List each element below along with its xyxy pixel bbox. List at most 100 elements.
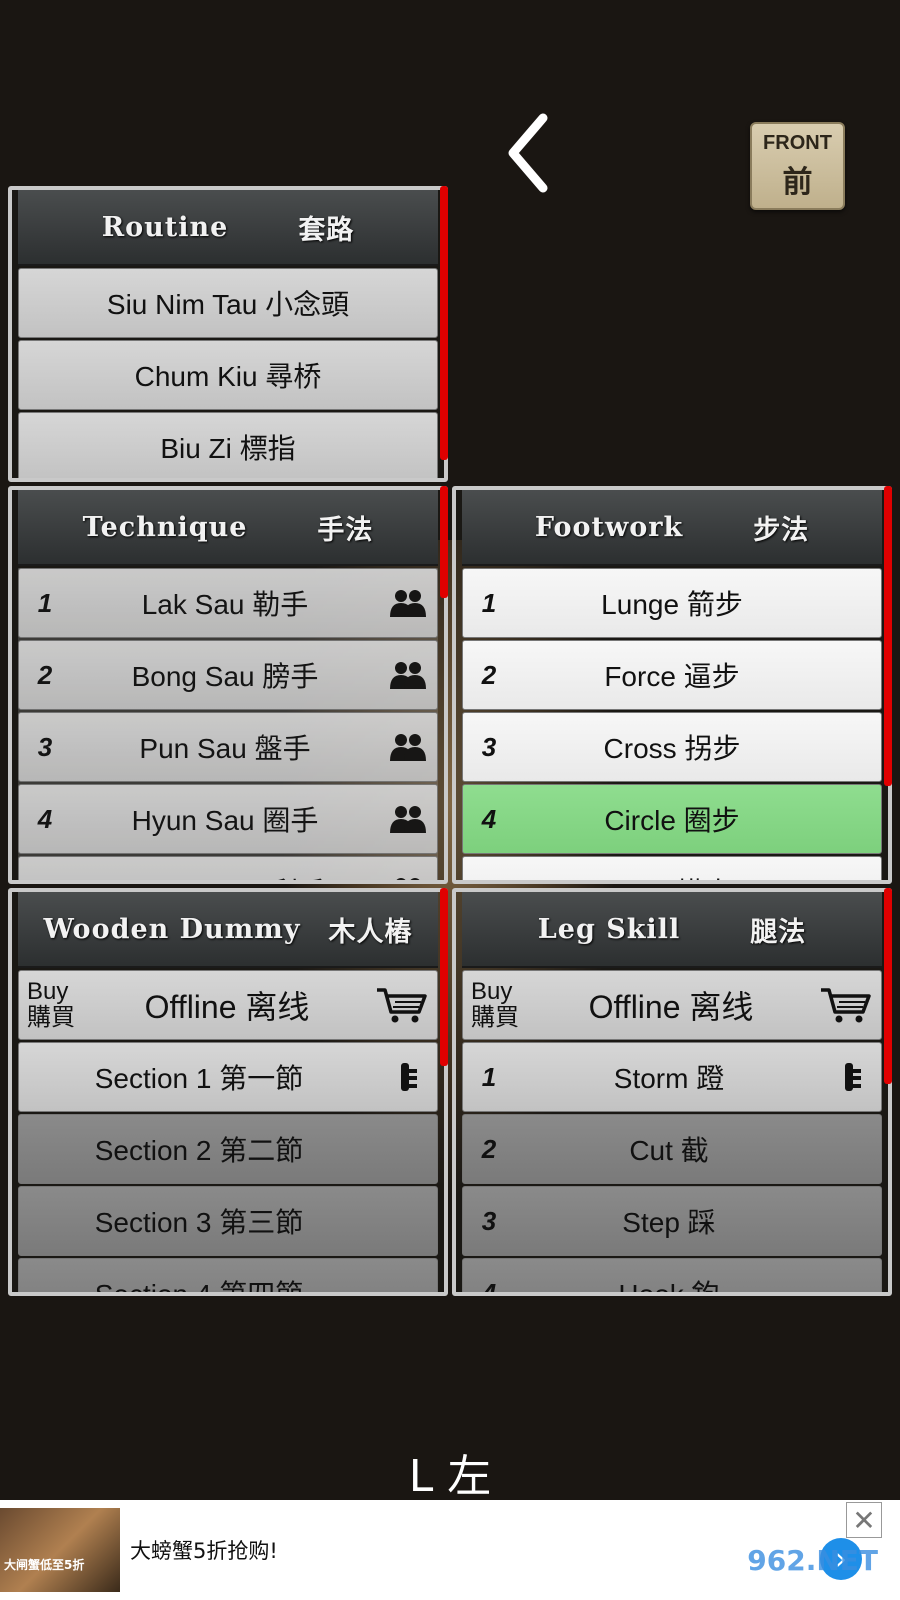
ad-close-icon[interactable]: ✕ xyxy=(846,1502,882,1538)
footwork-title-en: Footwork xyxy=(534,511,684,543)
buy-label-en: Buy xyxy=(471,978,513,1005)
routine-item-1[interactable]: Siu Nim Tau 小念頭 xyxy=(18,268,438,338)
technique-item-number: 2 xyxy=(37,659,53,690)
leg-skill-title-zh: 腿法 xyxy=(750,916,807,948)
routine-title-en: Routine xyxy=(101,211,229,243)
ad-text: 大螃蟹5折抢购! xyxy=(130,1539,278,1563)
front-view-button[interactable]: FRONT 前 xyxy=(750,122,845,210)
leg-skill-item-1[interactable]: 1 Storm 蹬 xyxy=(462,1042,882,1112)
leg-skill-item-2[interactable]: 2 Cut 截 xyxy=(462,1114,882,1184)
ad-crab-image: 大闸蟹低至5折 xyxy=(0,1508,120,1592)
technique-item-label: Bong Sau 膀手 xyxy=(131,661,319,692)
footwork-item-number: 3 xyxy=(481,731,497,762)
two-people-icon xyxy=(379,877,437,880)
wooden-dummy-buy-row[interactable]: Buy 購買 Offline 离线 xyxy=(18,970,438,1040)
two-people-icon xyxy=(379,661,437,689)
footwork-item-number: 4 xyxy=(481,803,497,834)
back-button[interactable] xyxy=(505,112,551,194)
routine-scrollbar[interactable] xyxy=(440,186,448,460)
technique-item-label: Lak Sau 勒手 xyxy=(141,589,309,620)
ad-banner[interactable]: 大闸蟹低至5折 大螃蟹5折抢购! › 962.NET ✕ xyxy=(0,1500,900,1600)
wooden-dummy-title-en: Wooden Dummy xyxy=(43,913,301,945)
leg-skill-scrollbar[interactable] xyxy=(884,888,892,1084)
footwork-item-label: Circle 圈步 xyxy=(604,805,740,836)
buy-label-zh: 購買 xyxy=(27,1004,75,1031)
technique-panel: Technique 手法 1 Lak Sau 勒手 2 Bong Sau 膀手 … xyxy=(8,486,448,884)
wooden-dummy-section-2[interactable]: Section 2 第二節 xyxy=(18,1114,438,1184)
wooden-dummy-header: Wooden Dummy 木人樁 xyxy=(18,892,438,968)
leg-skill-item-number: 2 xyxy=(481,1133,497,1164)
leg-skill-item-number: 4 xyxy=(481,1277,497,1296)
footwork-item-label: Cross 拐步 xyxy=(603,733,741,764)
dummy-icon xyxy=(379,1061,437,1093)
footwork-item-number: 1 xyxy=(481,587,497,618)
routine-item-3[interactable]: Biu Zi 標指 xyxy=(18,412,438,478)
leg-skill-item-label: Storm 蹬 xyxy=(613,1063,725,1094)
ad-image-caption: 大闸蟹低至5折 xyxy=(4,1558,85,1572)
routine-item-label: Chum Kiu 尋桥 xyxy=(134,361,322,392)
technique-item-label: Hyun Sau 圈手 xyxy=(131,805,319,836)
footwork-item-4-selected[interactable]: 4 Circle 圈步 xyxy=(462,784,882,854)
technique-title-zh: 手法 xyxy=(317,514,374,546)
technique-item-3[interactable]: 3 Pun Sau 盤手 xyxy=(18,712,438,782)
wooden-dummy-section-1[interactable]: Section 1 第一節 xyxy=(18,1042,438,1112)
wooden-dummy-title-zh: 木人樁 xyxy=(328,916,413,948)
section-label: Section 3 第三節 xyxy=(94,1207,304,1238)
leg-skill-item-4[interactable]: 4 Hook 鉤 xyxy=(462,1258,882,1296)
technique-title-en: Technique xyxy=(82,511,248,543)
offline-label: Offline 离线 xyxy=(144,989,310,1025)
footwork-item-3[interactable]: 3 Cross 拐步 xyxy=(462,712,882,782)
leg-skill-header: Leg Skill 腿法 xyxy=(462,892,882,968)
site-watermark: 962.NET xyxy=(747,1544,878,1577)
routine-item-2[interactable]: Chum Kiu 尋桥 xyxy=(18,340,438,410)
buy-label: Buy 購買 xyxy=(463,979,533,1031)
cart-icon[interactable] xyxy=(809,986,881,1024)
footwork-title-zh: 步法 xyxy=(753,514,810,546)
technique-item-4[interactable]: 4 Hyun Sau 圈手 xyxy=(18,784,438,854)
leg-skill-buy-row[interactable]: Buy 購買 Offline 离线 xyxy=(462,970,882,1040)
footwork-item-5[interactable]: 5 Side 横步 xyxy=(462,856,882,881)
technique-scrollbar[interactable] xyxy=(440,486,448,598)
footwork-item-1[interactable]: 1 Lunge 箭步 xyxy=(462,568,882,638)
two-people-icon xyxy=(379,805,437,833)
wooden-dummy-scrollbar[interactable] xyxy=(440,888,448,1066)
two-people-icon xyxy=(379,733,437,761)
footwork-panel: Footwork 步法 1 Lunge 箭步 2 Force 逼步 3 Cros… xyxy=(452,486,892,884)
section-label: Section 1 第一節 xyxy=(94,1063,304,1094)
front-button-label-zh: 前 xyxy=(782,164,813,200)
technique-item-label: Pun Sau 盤手 xyxy=(139,733,311,764)
technique-item-2[interactable]: 2 Bong Sau 膀手 xyxy=(18,640,438,710)
front-button-label-en: FRONT xyxy=(763,131,832,154)
routine-item-label: Siu Nim Tau 小念頭 xyxy=(106,289,350,320)
technique-item-1[interactable]: 1 Lak Sau 勒手 xyxy=(18,568,438,638)
leg-skill-item-label: Step 踩 xyxy=(622,1207,716,1238)
technique-item-5[interactable]: 5 Gwaat Sau 刮手 xyxy=(18,856,438,880)
footwork-item-2[interactable]: 2 Force 逼步 xyxy=(462,640,882,710)
footwork-item-label: Side 横步 xyxy=(515,871,881,880)
technique-header: Technique 手法 xyxy=(18,490,438,566)
footwork-item-label: Force 逼步 xyxy=(604,661,740,692)
two-people-icon xyxy=(379,589,437,617)
cart-icon[interactable] xyxy=(365,986,437,1024)
section-label: Section 2 第二節 xyxy=(94,1135,304,1166)
technique-item-number: 4 xyxy=(37,803,53,834)
footwork-scrollbar[interactable] xyxy=(884,486,892,786)
routine-title-zh: 套路 xyxy=(298,214,355,246)
routine-item-label: Biu Zi 標指 xyxy=(160,433,296,464)
leg-skill-panel: Leg Skill 腿法 Buy 購買 Offline 离线 1 Storm 蹬… xyxy=(452,888,892,1296)
leg-skill-title-en: Leg Skill xyxy=(537,913,681,945)
footwork-item-number: 2 xyxy=(481,659,497,690)
leg-skill-item-number: 1 xyxy=(481,1061,497,1092)
buy-label-en: Buy xyxy=(27,978,69,1005)
buy-label-zh: 購買 xyxy=(471,1004,519,1031)
routine-panel: Routine 套路 Siu Nim Tau 小念頭 Chum Kiu 尋桥 B… xyxy=(8,186,448,482)
wooden-dummy-section-4[interactable]: Section 4 第四節 xyxy=(18,1258,438,1292)
leg-skill-item-number: 3 xyxy=(481,1205,497,1236)
leg-skill-item-label: Cut 截 xyxy=(629,1135,709,1166)
offline-label: Offline 离线 xyxy=(588,989,754,1025)
wooden-dummy-panel: Wooden Dummy 木人樁 Buy 購買 Offline 离线 Secti… xyxy=(8,888,448,1296)
leg-skill-item-3[interactable]: 3 Step 踩 xyxy=(462,1186,882,1256)
wooden-dummy-section-3[interactable]: Section 3 第三節 xyxy=(18,1186,438,1256)
footwork-item-number: 5 xyxy=(463,876,515,881)
technique-item-number: 3 xyxy=(37,731,53,762)
